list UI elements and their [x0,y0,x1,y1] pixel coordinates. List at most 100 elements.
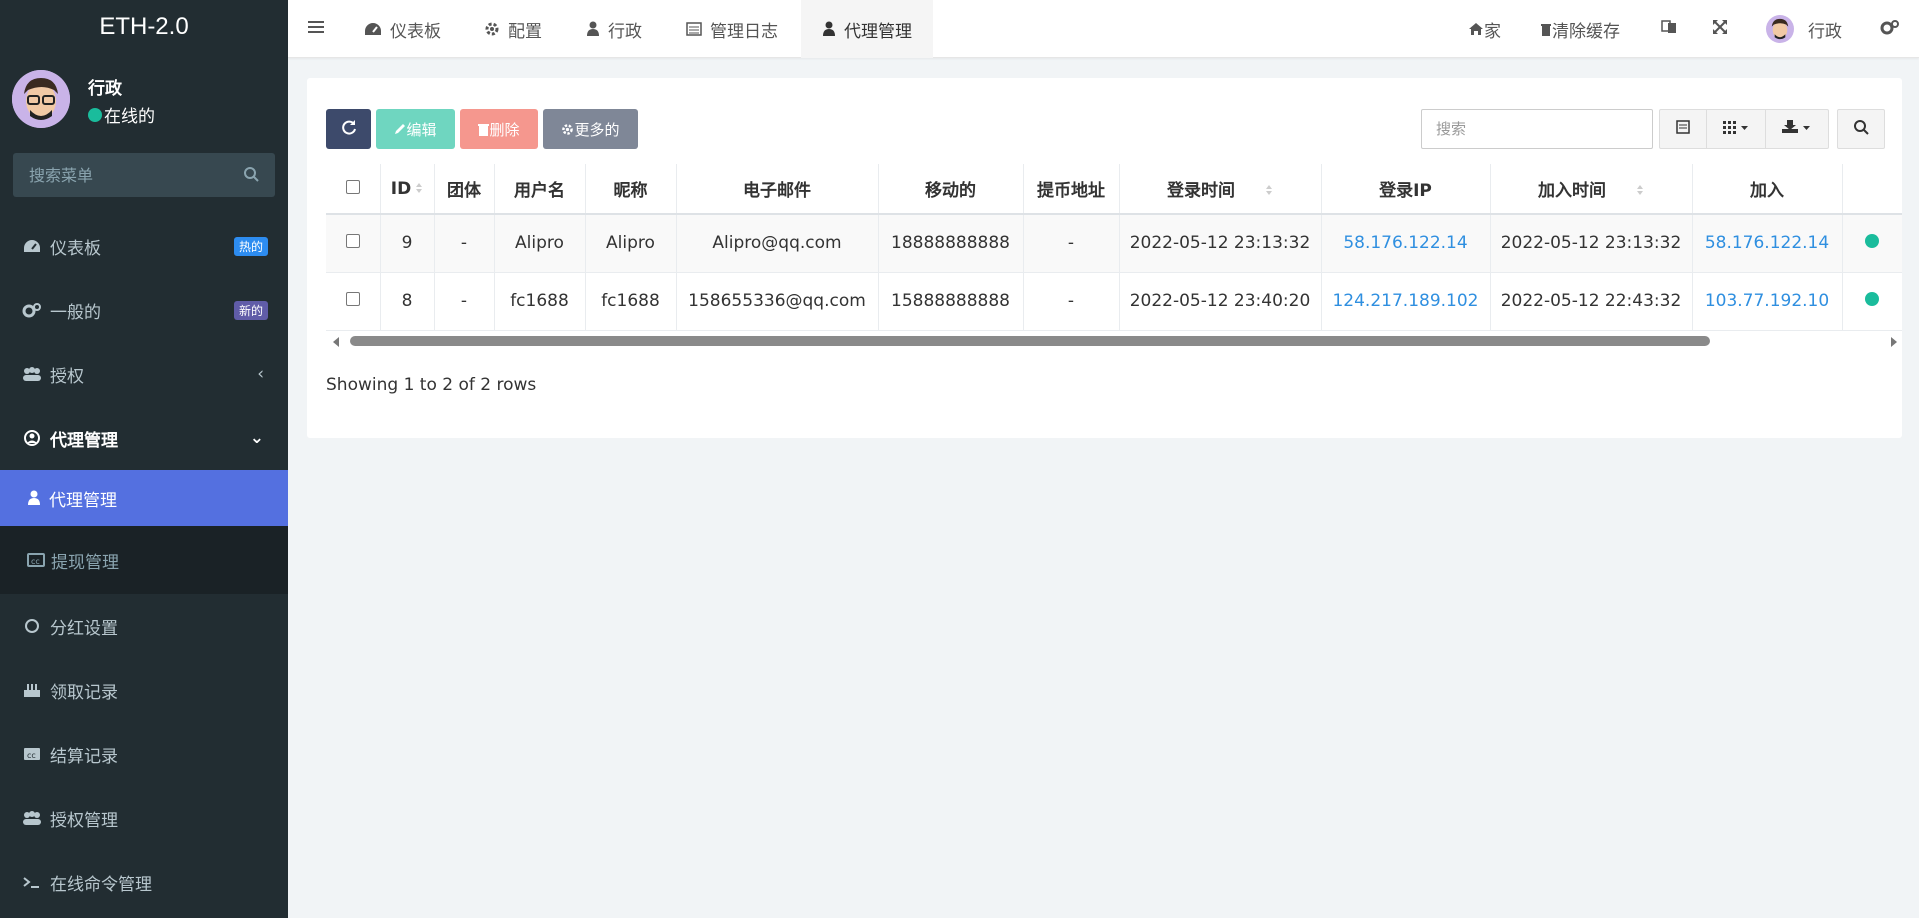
gear-icon [561,123,574,136]
horizontal-scrollbar[interactable] [326,331,1902,351]
scroll-right-icon[interactable] [1890,334,1898,352]
refresh-button[interactable] [326,109,371,149]
sort-icon [1265,181,1273,201]
col-header-login-ip: 登录IP [1321,164,1491,215]
list-icon [1676,120,1690,138]
cell-mobile: 18888888888 [878,214,1024,273]
user-name: 行政 [88,79,122,99]
col-header-email: 电子邮件 [676,164,879,215]
online-dot-icon [88,107,102,122]
user-status-label: 在线的 [104,107,155,127]
new-badge: 新的 [233,300,268,320]
user-menu-label: 行政 [1808,21,1842,42]
cell-nickname: fc1688 [585,272,677,331]
main-panel: 编辑 删除 更多的 ID 团体 用户名 昵称 电子邮件 移动的 [307,78,1902,438]
clear-cache-button[interactable]: 清除缓存 [1540,0,1620,58]
table-search-input[interactable] [1422,110,1652,148]
list-icon [686,22,702,36]
user-icon [822,21,836,37]
svg-text:cc: cc [27,751,36,760]
row-checkbox[interactable] [345,234,360,249]
settings-button[interactable] [1880,0,1900,58]
cell-login-ip-link[interactable]: 124.217.189.102 [1321,272,1491,331]
col-header-login-time[interactable]: 登录时间 [1119,164,1322,215]
pagination-info: Showing 1 to 2 of 2 rows [326,375,537,395]
cell-id: 8 [380,272,435,331]
sidebar-item-label: 授权管理 [50,810,118,831]
tab-dashboard[interactable]: 仪表板 [364,0,441,58]
tab-label: 仪表板 [390,21,441,42]
scrollbar-thumb[interactable] [350,336,1710,346]
table-row[interactable]: 8 - fc1688 fc1688 158655336@qq.com 15888… [326,272,1902,331]
home-link[interactable]: 家 [1468,0,1501,58]
col-header-mobile: 移动的 [878,164,1024,215]
home-icon [1468,22,1484,36]
status-dot-icon [1865,234,1880,249]
tab-admin-log[interactable]: 管理日志 [686,0,778,58]
cogs-icon [22,302,42,318]
scroll-left-icon[interactable] [332,334,340,352]
sidebar-item-auth[interactable]: 授权 ‹ [0,342,288,406]
sidebar-item-general[interactable]: 一般的 新的 [0,278,288,342]
topbar: 仪表板 配置 行政 管理日志 代理管理 家 清除缓存 行政 [288,0,1919,58]
pencil-icon [394,123,406,135]
advanced-search-button[interactable] [1837,109,1885,149]
table-row[interactable]: 9 - Alipro Alipro Alipro@qq.com 18888888… [326,214,1902,273]
col-header-join-time[interactable]: 加入时间 [1490,164,1693,215]
cell-login-ip-link[interactable]: 58.176.122.14 [1321,214,1491,273]
tab-agent-manage[interactable]: 代理管理 [801,0,933,58]
sidebar-item-claim-records[interactable]: 领取记录 [0,658,288,722]
sidebar-subitem-agent-manage[interactable]: 代理管理 [0,470,288,526]
birthday-icon [22,682,42,698]
more-button[interactable]: 更多的 [543,109,638,149]
cell-join-ip-link[interactable]: 58.176.122.14 [1692,214,1843,273]
row-checkbox-cell [326,272,381,331]
sidebar-item-dashboard[interactable]: 仪表板 热的 [0,214,288,278]
cell-join-ip-link[interactable]: 103.77.192.10 [1692,272,1843,331]
download-icon [1782,119,1812,139]
sidebar-item-online-command[interactable]: 在线命令管理 [0,850,288,914]
sidebar-item-agent[interactable]: 代理管理 ⌄ [0,406,288,470]
cell-withdraw-address: - [1023,214,1120,273]
sidebar-item-label: 在线命令管理 [50,874,152,895]
sidebar-item-settlement-records[interactable]: cc 结算记录 [0,722,288,786]
grid-icon [1723,120,1749,138]
brand-logo[interactable]: ETH-2.0 [0,0,288,54]
sidebar-search-input[interactable] [13,153,275,197]
agent-submenu: 代理管理 cc 提现管理 [0,470,288,594]
chevron-down-icon: ⌄ [249,428,264,448]
sidebar-search [13,153,275,197]
col-header-join-ip: 加入 [1692,164,1843,215]
cell-group: - [434,272,495,331]
cell-withdraw-address: - [1023,272,1120,331]
edit-button[interactable]: 编辑 [376,109,455,149]
col-header-id[interactable]: ID [380,164,435,215]
language-icon [1661,19,1677,40]
users-icon [22,367,42,381]
columns-button[interactable] [1706,109,1766,149]
row-checkbox[interactable] [345,292,360,306]
table-header-row: ID 团体 用户名 昵称 电子邮件 移动的 提币地址 登录时间 登录IP 加入时… [326,164,1902,215]
select-all-checkbox[interactable] [345,179,360,194]
delete-button[interactable]: 删除 [460,109,538,149]
sidebar-item-auth-manage[interactable]: 授权管理 [0,786,288,850]
fullscreen-button[interactable] [1712,0,1728,58]
sort-icon [1636,181,1644,201]
expand-icon [1712,19,1728,40]
sidebar-toggle[interactable] [308,0,324,58]
sidebar-item-dividend[interactable]: 分红设置 [0,594,288,658]
toggle-view-button[interactable] [1659,109,1707,149]
search-icon [1853,119,1869,139]
cell-username: fc1688 [494,272,586,331]
tab-config[interactable]: 配置 [484,0,542,58]
sidebar-item-label: 结算记录 [50,746,118,767]
user-menu[interactable]: 行政 [1766,0,1842,58]
search-icon[interactable] [243,166,259,186]
gear-icon [484,21,500,37]
sort-icon [415,179,423,199]
export-button[interactable] [1765,109,1829,149]
sidebar-subitem-withdraw[interactable]: cc 提现管理 [0,526,288,594]
tab-admin[interactable]: 行政 [586,0,642,58]
avatar [12,70,70,128]
language-button[interactable] [1661,0,1677,58]
